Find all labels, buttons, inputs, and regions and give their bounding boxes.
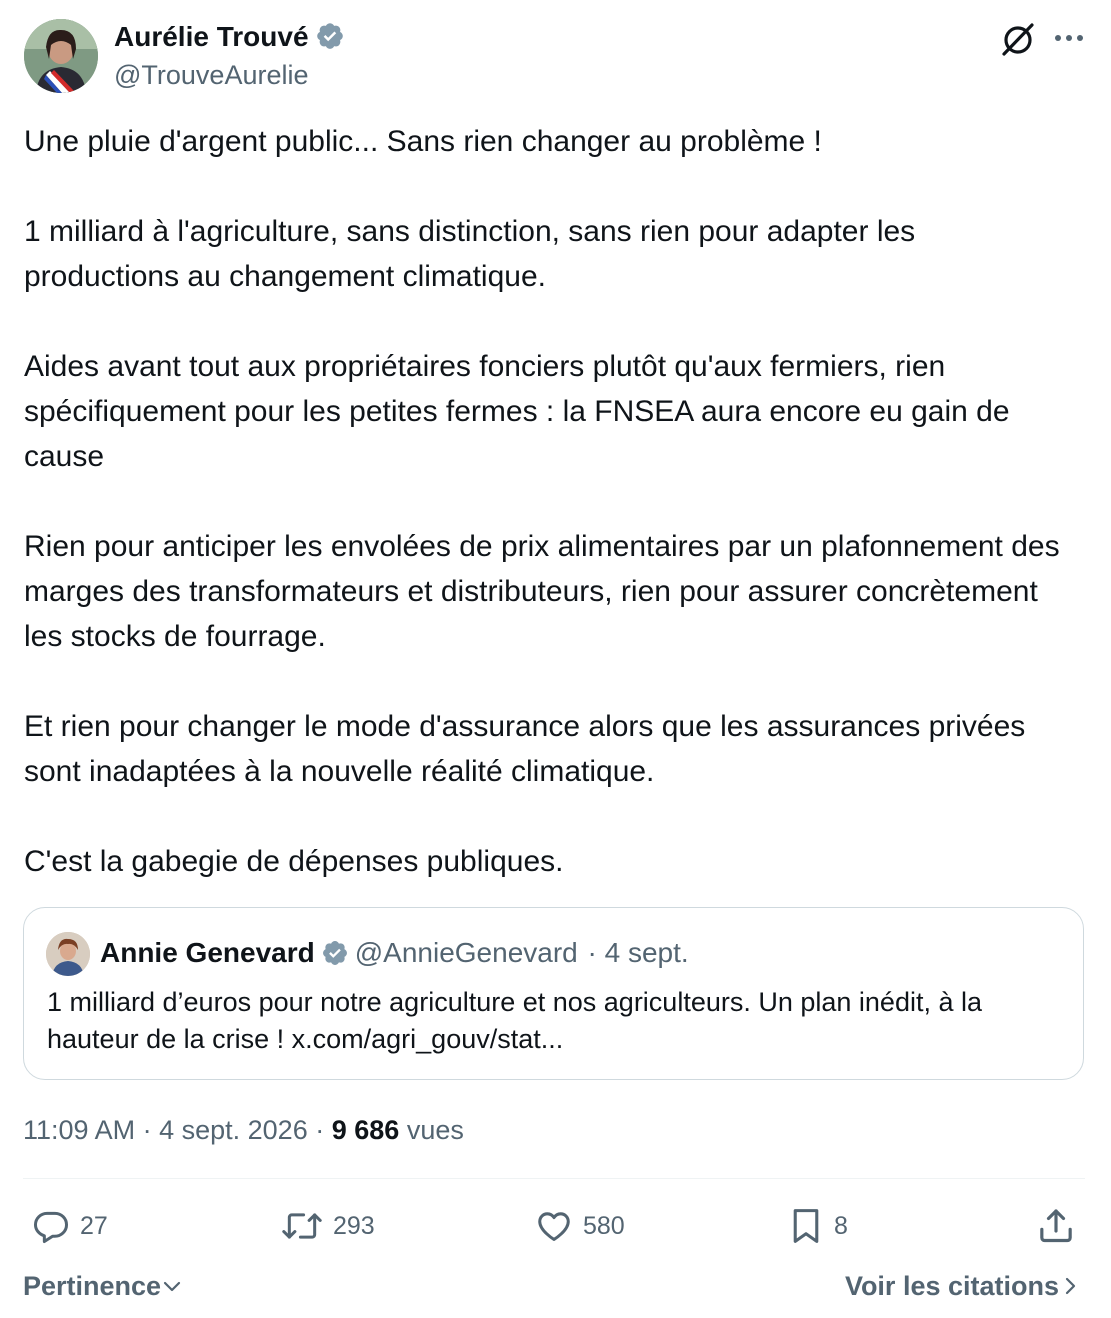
- quoted-tweet-text: 1 milliard d’euros pour notre agricultur…: [47, 987, 982, 1054]
- quoted-author-name: Annie Genevard: [100, 937, 315, 968]
- author-handle[interactable]: @TrouveAurelie: [114, 58, 308, 92]
- tweet-date[interactable]: · 4 sept. 2026 ·: [143, 1115, 325, 1145]
- view-count: 9 686: [331, 1115, 400, 1145]
- share-button[interactable]: [1036, 1203, 1076, 1249]
- view-quotes-label: Voir les citations: [844, 1271, 1059, 1301]
- bookmark-button[interactable]: 8: [788, 1203, 848, 1249]
- tweet-meta: 11:09 AM · 4 sept. 2026 · 9 686 vues: [23, 1112, 464, 1148]
- like-icon: [538, 1212, 570, 1241]
- view-quotes-link[interactable]: Voir les citations: [845, 1268, 1081, 1304]
- more-icon[interactable]: [1051, 22, 1087, 54]
- quoted-tweet-header: Annie Genevard @AnnieGenevard · 4 sept.: [100, 936, 689, 975]
- retweet-icon: [282, 1213, 322, 1239]
- sort-dropdown[interactable]: Pertinence: [23, 1268, 183, 1304]
- like-count: 580: [583, 1211, 625, 1240]
- reply-button[interactable]: 27: [32, 1203, 108, 1249]
- quoted-tweet-card[interactable]: Annie Genevard @AnnieGenevard · 4 sept. 1…: [23, 907, 1084, 1080]
- divider: [23, 1178, 1085, 1179]
- author-avatar[interactable]: [24, 19, 98, 93]
- share-icon: [1040, 1209, 1072, 1243]
- retweet-button[interactable]: 293: [281, 1203, 375, 1249]
- author-name[interactable]: Aurélie Trouvé: [114, 20, 345, 59]
- tweet-text: Une pluie d'argent public... Sans rien c…: [24, 125, 1060, 878]
- retweet-count: 293: [333, 1211, 375, 1240]
- quoted-author-avatar: [46, 932, 90, 976]
- verified-badge-icon: [321, 939, 349, 975]
- verified-badge-icon: [315, 21, 345, 59]
- author-name-text[interactable]: Aurélie Trouvé: [114, 21, 309, 52]
- reply-count: 27: [80, 1211, 108, 1240]
- quoted-author-handle: @AnnieGenevard: [354, 937, 578, 968]
- chevron-down-icon: [163, 1281, 181, 1292]
- bookmark-icon: [793, 1209, 819, 1243]
- tweet-time[interactable]: 11:09 AM: [23, 1115, 135, 1145]
- chevron-right-icon: [1065, 1277, 1076, 1295]
- sort-label: Pertinence: [23, 1271, 162, 1301]
- grok-icon[interactable]: [999, 20, 1037, 58]
- view-label: vues: [406, 1115, 464, 1145]
- quoted-tweet-date: · 4 sept.: [587, 937, 689, 968]
- like-button[interactable]: 580: [535, 1203, 625, 1249]
- bookmark-count: 8: [834, 1211, 848, 1240]
- reply-icon: [33, 1211, 69, 1244]
